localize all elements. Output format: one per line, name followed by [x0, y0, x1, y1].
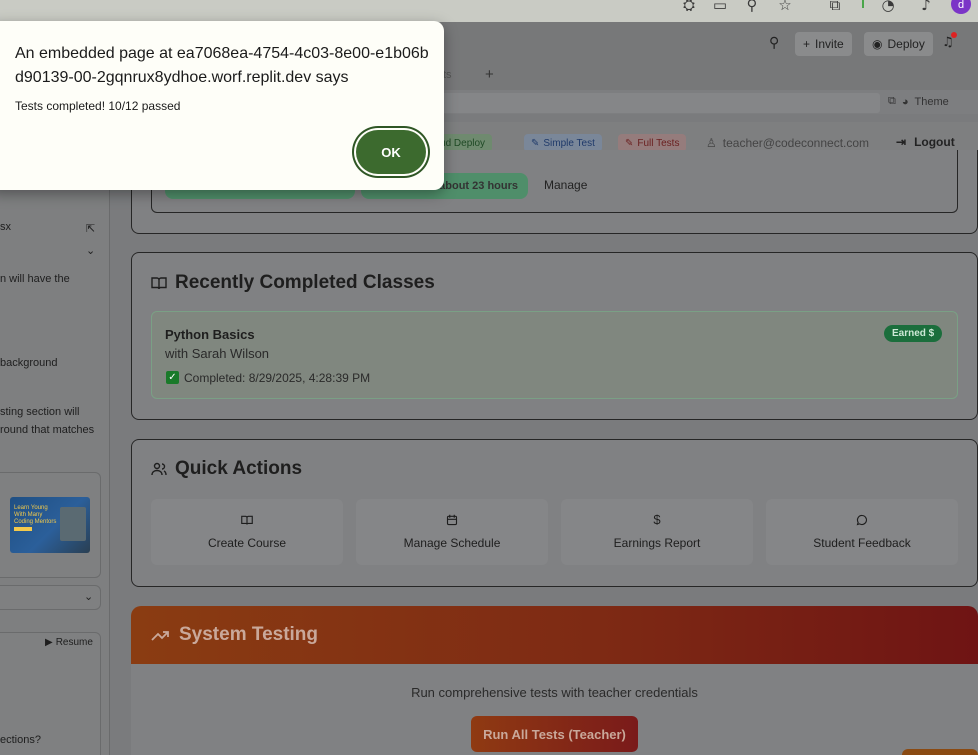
panel-text-line: n will have the [0, 273, 70, 285]
system-testing-title: System Testing [151, 624, 318, 646]
quick-actions-heading: Quick Actions [175, 458, 303, 479]
new-tab-button[interactable]: + [485, 66, 494, 83]
class-completed-time: Completed: 8/29/2025, 4:28:39 PM [184, 371, 371, 385]
message-icon [856, 514, 868, 526]
earnings-report-label: Earnings Report [613, 536, 701, 550]
dialog-title: An embedded page at ea7068ea-4754-4c03-8… [15, 45, 429, 86]
recent-classes-heading: Recently Completed Classes [175, 272, 435, 293]
screen-cast-icon[interactable]: ▭ [711, 0, 729, 14]
manage-schedule-button[interactable]: Manage Schedule [356, 499, 548, 565]
quick-actions-title: Quick Actions [151, 458, 302, 480]
book-open-icon [151, 277, 167, 290]
notification-bell-icon[interactable]: ♫ [942, 32, 957, 50]
webview-url-bar[interactable] [440, 93, 880, 113]
class-instructor: with Sarah Wilson [165, 346, 270, 361]
wrench-icon: ✎ [531, 137, 540, 149]
invite-label: Invite [815, 37, 844, 51]
earned-badge: Earned $ [884, 325, 943, 342]
student-feedback-button[interactable]: Student Feedback [766, 499, 958, 565]
thumbnail-cta [14, 527, 32, 531]
user-email: ♙ teacher@codeconnect.com [706, 136, 869, 150]
class-time-label: about 23 hours [439, 180, 518, 192]
users-icon [151, 462, 167, 476]
simple-test-label: Simple Test [543, 137, 595, 149]
palette-icon[interactable]: ◕ [902, 96, 909, 108]
wrench-icon: ✎ [625, 137, 634, 149]
dollar-icon: $ [653, 512, 661, 527]
search-icon[interactable]: ⚲ [743, 0, 761, 14]
browser-toolbar: ⛭ ▭ ⚲ ☆ ⧉ ◔ ♪ d [0, 0, 978, 22]
calendar-icon [446, 514, 458, 526]
play-icon: ▶ [45, 637, 53, 648]
extension-icon[interactable]: ⛭ [680, 0, 698, 14]
logout-icon: ⇥ [896, 135, 907, 149]
manage-link[interactable]: Manage [544, 178, 587, 192]
extensions-puzzle-icon[interactable]: ⧉ [826, 0, 844, 14]
thumbnail-photo [60, 507, 86, 541]
chevron-down-icon[interactable]: ⌄ [84, 590, 93, 603]
profile-avatar[interactable]: d [951, 0, 971, 14]
bookmark-star-icon[interactable]: ☆ [776, 0, 794, 14]
add-user-icon: + [803, 37, 811, 51]
trending-up-icon [151, 631, 169, 641]
chevron-down-icon[interactable]: ⌄ [86, 244, 95, 257]
thumbnail-headline: Learn Young With Many Coding Mentors [14, 505, 57, 525]
theme-label[interactable]: Theme [915, 96, 949, 108]
full-tests-label: Full Tests [637, 137, 680, 149]
screenshot-thumbnail[interactable]: Learn Young With Many Coding Mentors [10, 497, 90, 553]
search-icon[interactable]: ⚲ [769, 35, 779, 51]
tab-row [440, 64, 978, 90]
recent-classes-title: Recently Completed Classes [151, 272, 435, 294]
earnings-report-button[interactable]: $ Earnings Report [561, 499, 753, 565]
panel-text-line: sting section will [0, 406, 80, 418]
open-external-icon[interactable]: ⇱ [86, 222, 95, 235]
ok-button[interactable]: OK [356, 130, 426, 174]
invite-button[interactable]: + Invite [795, 32, 852, 56]
resume-label: Resume [55, 637, 93, 648]
run-all-tests-button[interactable]: Run All Tests (Teacher) [471, 716, 638, 752]
toolbar-divider [862, 0, 864, 8]
webview-controls: ⧉ ◕ Theme [888, 95, 949, 108]
user-email-text: teacher@codeconnect.com [722, 136, 870, 150]
checkmark-icon: ✓ [166, 371, 179, 384]
create-course-button[interactable]: Create Course [151, 499, 343, 565]
system-testing-heading: System Testing [179, 624, 319, 645]
deploy-label: Deploy [887, 37, 925, 51]
resume-button[interactable]: ▶ Resume [45, 637, 93, 648]
completed-class-item [151, 311, 958, 399]
student-feedback-label: Student Feedback [813, 536, 911, 550]
devtools-icon[interactable]: ⧉ [888, 95, 896, 108]
dialog-message: Tests completed! 10/12 passed [15, 99, 181, 113]
music-note-icon[interactable]: ♪ [917, 0, 935, 14]
floating-button-edge[interactable] [902, 749, 978, 755]
manage-schedule-label: Manage Schedule [403, 536, 501, 550]
whatsapp-icon[interactable]: ◔ [879, 0, 897, 14]
tab-webview[interactable]: ts [443, 69, 452, 81]
deploy-icon: ◉ [872, 37, 883, 51]
deploy-button[interactable]: ◉ Deploy [864, 32, 933, 56]
panel-text-line: background [0, 357, 58, 369]
logout-button[interactable]: ⇥ Logout [896, 135, 955, 149]
panel-text-line: round that matches [0, 424, 95, 436]
logout-label: Logout [914, 135, 955, 149]
panel-text-line: ections? [0, 734, 41, 746]
class-course-name: Python Basics [165, 327, 255, 342]
system-testing-description: Run comprehensive tests with teacher cre… [411, 685, 698, 700]
user-icon: ♙ [706, 136, 717, 150]
create-course-label: Create Course [207, 536, 287, 550]
book-icon [241, 515, 253, 525]
panel-text-line: sx [0, 221, 11, 233]
